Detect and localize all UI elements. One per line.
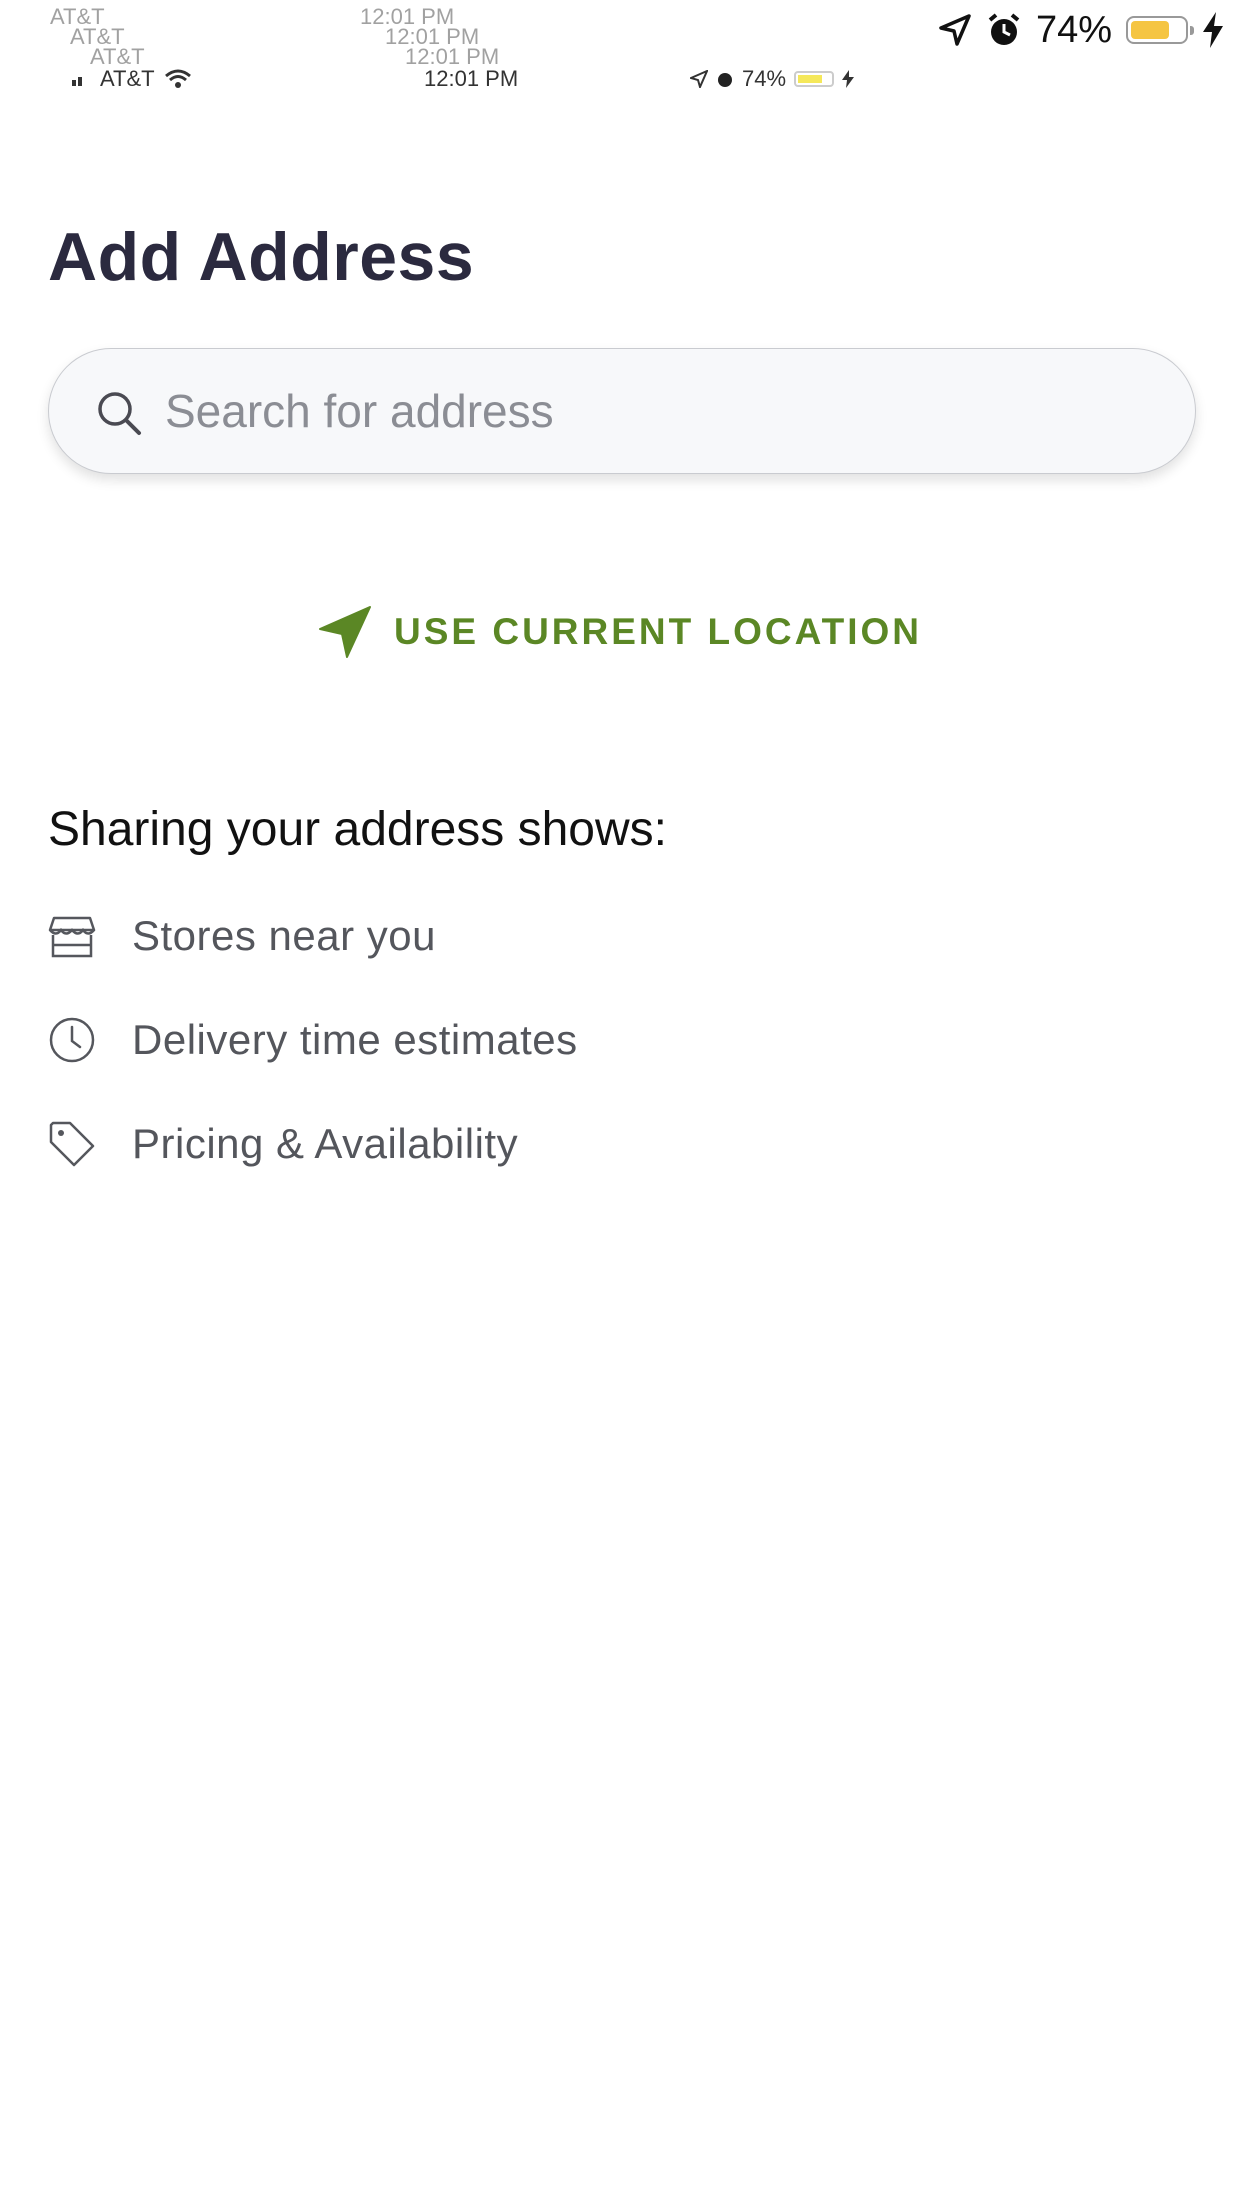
benefit-item-stores: Stores near you [48, 908, 436, 964]
wifi-icon [164, 69, 191, 88]
mini-battery-icon [794, 71, 835, 87]
use-current-location-label: USE CURRENT LOCATION [394, 611, 922, 652]
search-icon [98, 392, 141, 435]
location-arrow-icon [319, 606, 371, 658]
mini-time: 12:01 PM [424, 66, 519, 91]
use-current-location-button[interactable]: USE CURRENT LOCATION [318, 604, 922, 660]
charging-icon [842, 70, 855, 88]
location-services-icon [939, 14, 971, 46]
alarm-icon [988, 13, 1020, 45]
mini-status-icons: 74% [690, 66, 855, 92]
address-search-box[interactable] [48, 348, 1196, 474]
alarm-icon [718, 73, 732, 87]
mini-battery-percent: 74% [742, 66, 787, 91]
carrier-label: AT&T [100, 66, 155, 91]
price-tag-icon [49, 1121, 95, 1167]
status-mini-row: AT&T 12:01 PM 74% [0, 62, 1242, 98]
page-title: Add Address [48, 219, 475, 295]
battery-icon [1126, 16, 1194, 44]
signal-icon [72, 77, 82, 86]
mini-carrier: AT&T [70, 66, 191, 92]
battery-percent: 74% [1035, 8, 1112, 51]
charging-icon [1203, 12, 1223, 48]
status-bar: AT&T 12:01 PM AT&T 12:01 PM AT&T 12:01 P… [0, 0, 1242, 100]
clock-icon [49, 1017, 95, 1063]
benefit-item-delivery: Delivery time estimates [48, 1012, 578, 1068]
benefit-item-pricing: Pricing & Availability [48, 1116, 518, 1172]
status-right-icons: 74% [938, 8, 1224, 52]
info-heading: Sharing your address shows: [48, 803, 667, 856]
address-search-input[interactable] [165, 379, 1145, 443]
store-icon [48, 916, 96, 958]
benefit-label: Delivery time estimates [132, 1016, 578, 1063]
benefit-label: Stores near you [132, 912, 437, 959]
benefit-label: Pricing & Availability [132, 1120, 519, 1167]
location-services-icon [690, 70, 708, 88]
